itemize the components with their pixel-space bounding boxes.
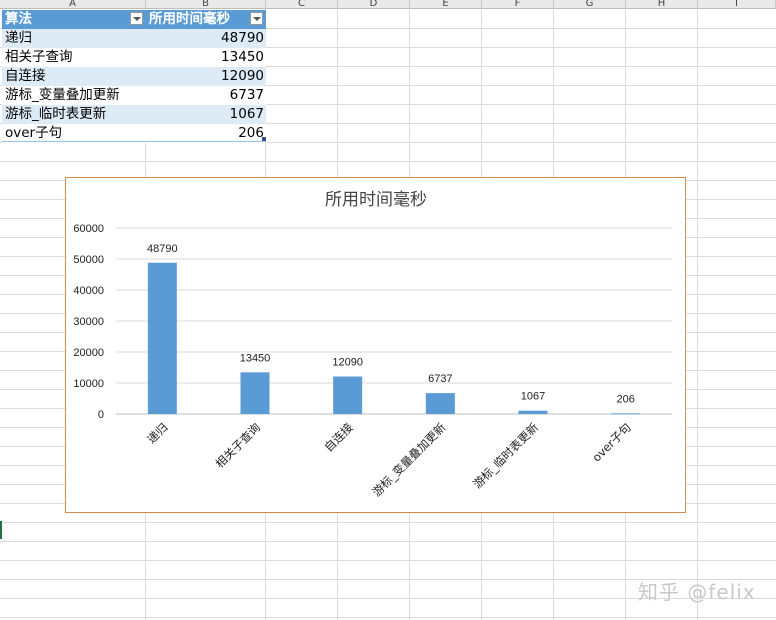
cell-time[interactable]: 1067 <box>146 105 266 124</box>
chart-canvas: 所用时间毫秒 0 10000 20000 30000 40000 50000 60000 4… <box>73 190 672 499</box>
grid-line-horizontal <box>0 522 776 523</box>
bar-chart[interactable]: 所用时间毫秒 0 10000 20000 30000 40000 50000 60000 4… <box>65 177 686 513</box>
column-header-d[interactable]: D <box>338 0 410 9</box>
grid-line-horizontal <box>0 161 776 162</box>
watermark: 知乎 @felix <box>638 580 756 604</box>
data-label: 6737 <box>428 373 452 385</box>
table-resize-handle[interactable] <box>262 137 266 141</box>
category-label: 游标_变量叠加更新 <box>369 420 448 499</box>
column-header-g[interactable]: G <box>554 0 626 9</box>
row-selection-marker <box>0 521 2 539</box>
cell-algorithm[interactable]: 相关子查询 <box>2 48 146 67</box>
cell-time[interactable]: 6737 <box>146 86 266 105</box>
y-tick-label: 40000 <box>73 285 104 297</box>
y-tick-label: 50000 <box>73 254 104 266</box>
data-label: 1067 <box>521 391 545 403</box>
cell-algorithm[interactable]: 游标_临时表更新 <box>2 105 146 124</box>
bar[interactable] <box>147 262 177 414</box>
bar[interactable] <box>333 376 363 414</box>
column-header-b[interactable]: B <box>146 0 266 9</box>
grid-line-horizontal <box>0 541 776 542</box>
cell-time[interactable]: 12090 <box>146 67 266 86</box>
table-row: 游标_变量叠加更新 6737 <box>2 86 266 105</box>
data-label: 48790 <box>147 243 178 255</box>
y-tick-label: 60000 <box>73 223 104 235</box>
table-bottom-border <box>2 141 266 142</box>
header-cell-time[interactable]: 所用时间毫秒 <box>146 10 266 29</box>
data-label: 206 <box>616 393 634 405</box>
chart-title: 所用时间毫秒 <box>325 190 427 210</box>
category-label: 自连接 <box>321 420 356 455</box>
cell-algorithm[interactable]: 自连接 <box>2 67 146 86</box>
column-header-f[interactable]: F <box>482 0 554 9</box>
grid-line-horizontal <box>0 560 776 561</box>
column-header-h[interactable]: H <box>626 0 698 9</box>
bar[interactable] <box>518 410 548 414</box>
table-row: 递归 48790 <box>2 29 266 48</box>
bar[interactable] <box>611 413 641 415</box>
category-label: 游标_临时表更新 <box>470 420 541 491</box>
column-header-i[interactable]: I <box>698 0 776 9</box>
cell-time[interactable]: 13450 <box>146 48 266 67</box>
filter-dropdown-icon[interactable] <box>250 12 263 25</box>
column-header-c[interactable]: C <box>266 0 338 9</box>
header-cell-algorithm[interactable]: 算法 <box>2 10 146 29</box>
category-label: 递归 <box>144 420 170 446</box>
y-tick-label: 10000 <box>73 378 104 390</box>
y-tick-label: 0 <box>98 409 104 421</box>
category-label: 相关子查询 <box>213 420 264 471</box>
data-label: 13450 <box>240 352 271 364</box>
category-label: over子句 <box>589 420 633 464</box>
column-header-e[interactable]: E <box>410 0 482 9</box>
filter-dropdown-icon[interactable] <box>130 12 143 25</box>
grid-line-vertical <box>697 9 698 620</box>
column-header-a[interactable]: A <box>0 0 146 9</box>
grid-line-horizontal <box>0 617 776 618</box>
y-tick-label: 30000 <box>73 316 104 328</box>
table-row: 相关子查询 13450 <box>2 48 266 67</box>
bar[interactable] <box>425 393 455 414</box>
table-header-row: 算法 所用时间毫秒 <box>2 10 266 29</box>
cell-algorithm[interactable]: 递归 <box>2 29 146 48</box>
y-tick-label: 20000 <box>73 347 104 359</box>
table-row: 游标_临时表更新 1067 <box>2 105 266 124</box>
cell-algorithm[interactable]: 游标_变量叠加更新 <box>2 86 146 105</box>
table-row: 自连接 12090 <box>2 67 266 86</box>
cell-time[interactable]: 48790 <box>146 29 266 48</box>
spreadsheet-grid[interactable]: ABCDEFGHI 算法 所用时间毫秒 递归 48790 相关子查询 13450… <box>0 0 776 620</box>
data-label: 12090 <box>332 357 363 369</box>
bar[interactable] <box>240 372 270 414</box>
